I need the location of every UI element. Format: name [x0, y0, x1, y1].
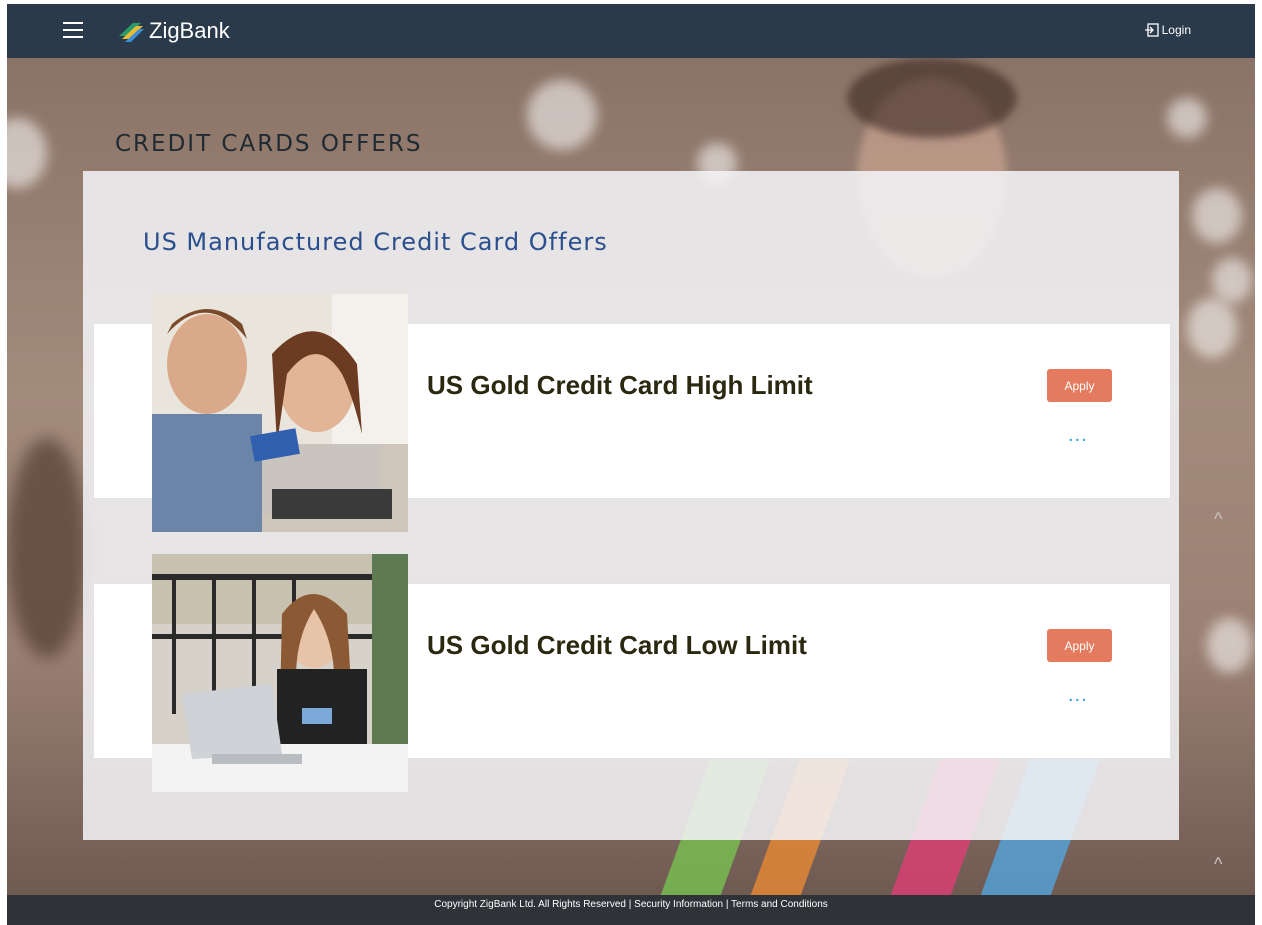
login-icon: [1144, 23, 1159, 37]
offer-image: [152, 294, 408, 532]
offer-image: [152, 554, 408, 792]
offer-name: US Gold Credit Card Low Limit: [427, 630, 807, 660]
brand-name: ZigBank: [149, 18, 230, 43]
brand-logo[interactable]: ZigBank: [117, 16, 230, 46]
more-dots-icon[interactable]: ...: [1068, 684, 1088, 707]
chevron-up-icon[interactable]: ^: [1214, 854, 1222, 875]
login-link[interactable]: Login: [1144, 23, 1191, 37]
hamburger-icon[interactable]: [63, 22, 83, 38]
top-bar: ZigBank Login: [7, 4, 1255, 58]
offers-panel: US Manufactured Credit Card Offers US Go…: [83, 171, 1179, 840]
footer: Copyright ZigBank Ltd. All Rights Reserv…: [7, 895, 1255, 925]
offer-card: US Gold Credit Card Low Limit Apply ...: [93, 554, 1171, 792]
footer-text: Copyright ZigBank Ltd. All Rights Reserv…: [434, 899, 828, 910]
section-title: US Manufactured Credit Card Offers: [143, 228, 608, 256]
apply-button[interactable]: Apply: [1047, 369, 1112, 402]
chevron-up-icon[interactable]: ^: [1214, 509, 1222, 530]
offer-name: US Gold Credit Card High Limit: [427, 370, 813, 400]
page-title: CREDIT CARDS OFFERS: [115, 131, 423, 158]
app-window: ZigBank Login CREDIT CARDS OFFERS US Man…: [7, 4, 1255, 925]
more-dots-icon[interactable]: ...: [1068, 424, 1088, 447]
zigbank-logo-icon: [119, 23, 144, 42]
login-label: Login: [1161, 23, 1191, 37]
offer-card: US Gold Credit Card High Limit Apply ...: [93, 294, 1171, 532]
apply-button[interactable]: Apply: [1047, 629, 1112, 662]
